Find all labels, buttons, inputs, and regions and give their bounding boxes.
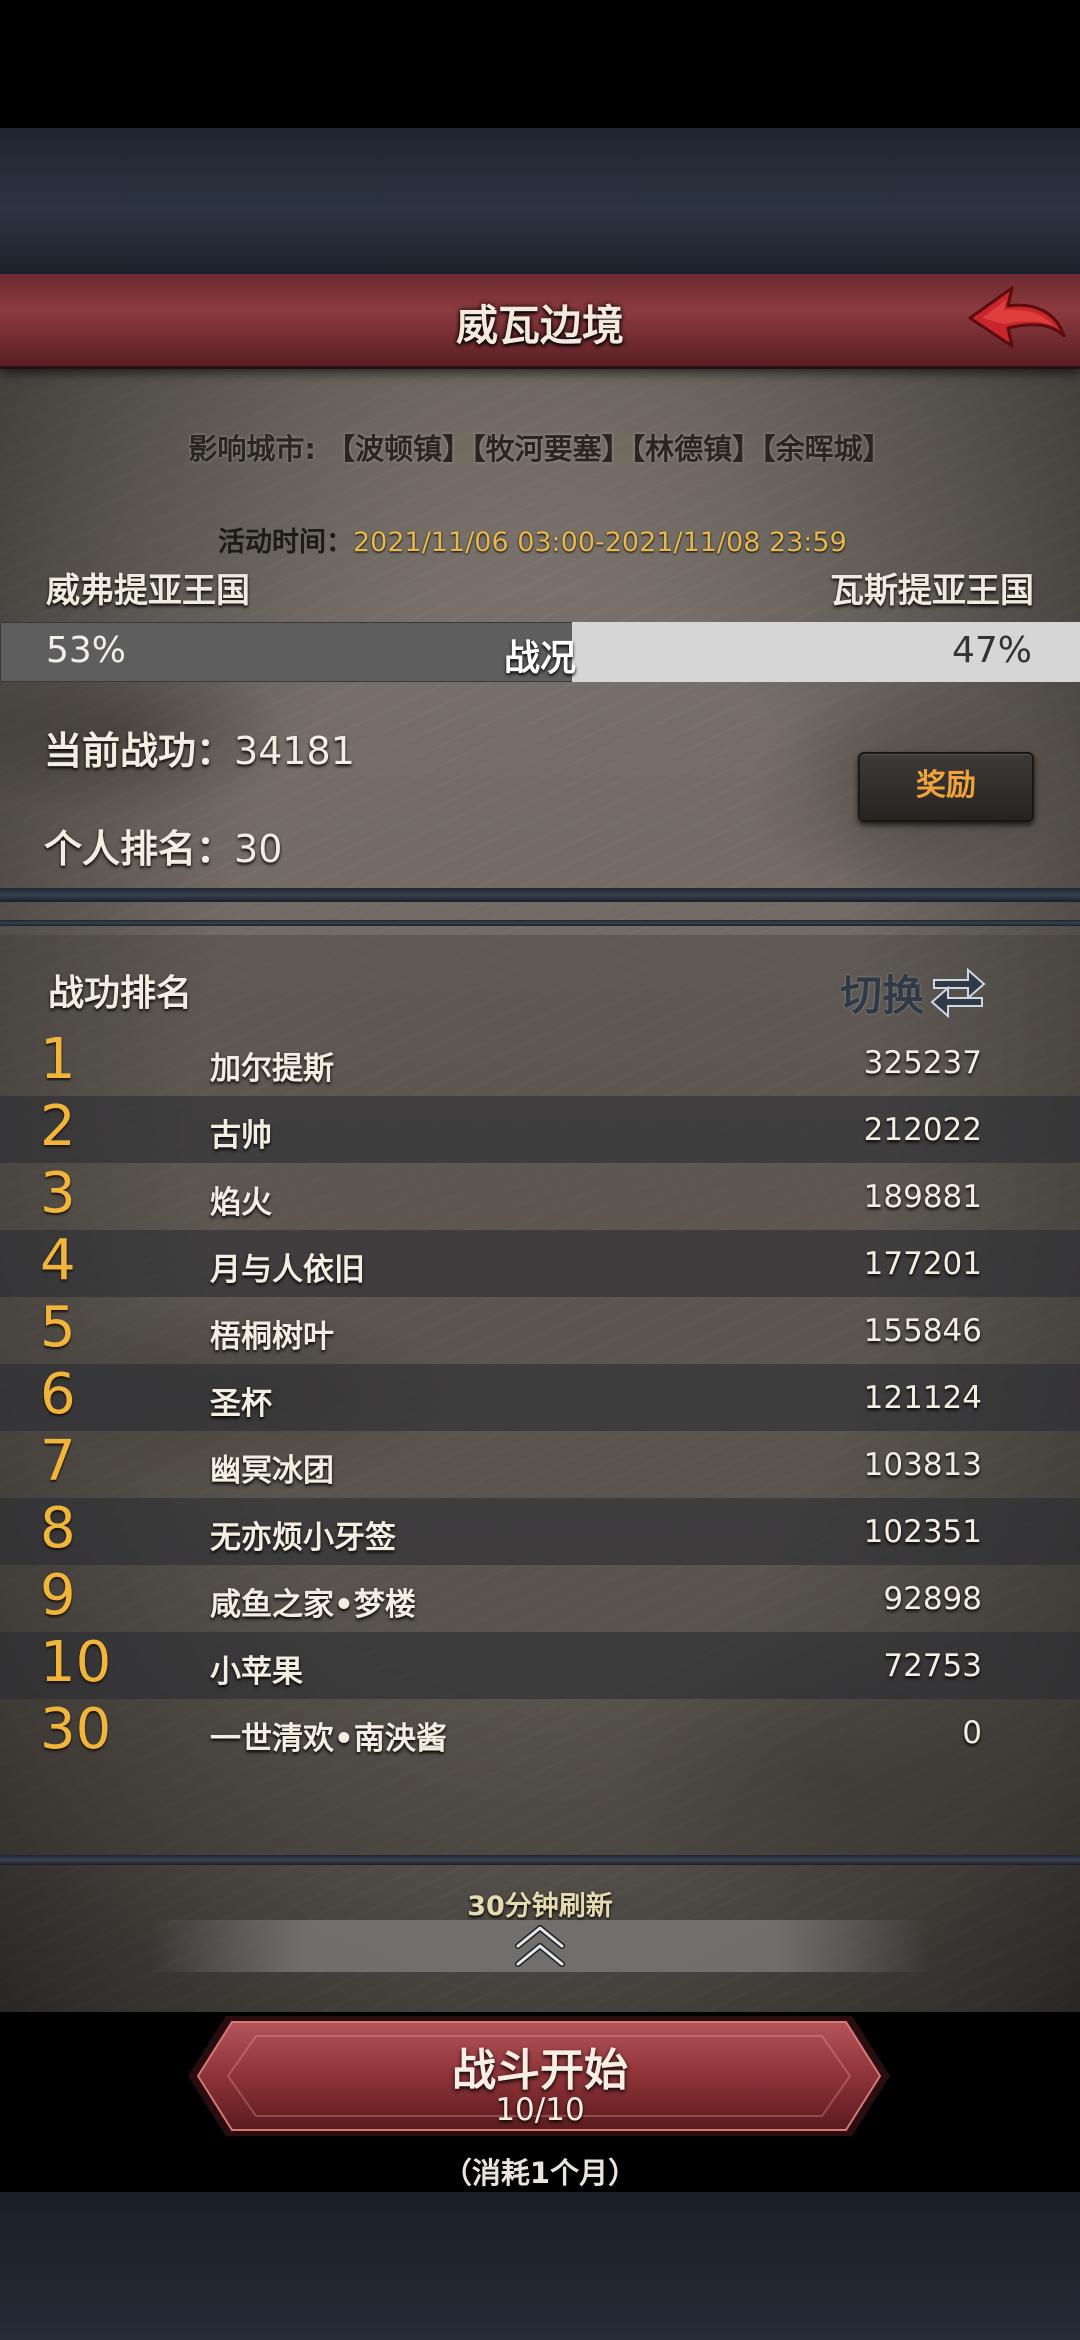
player-score: 102351	[863, 1514, 982, 1550]
refresh-note: 30分钟刷新	[467, 1891, 613, 1922]
event-time-value: 2021/11/06 03:00-2021/11/08 23:59	[353, 527, 847, 558]
ranking-row[interactable]: 8 无亦烦小牙签 102351	[0, 1496, 1080, 1565]
ranking-row[interactable]: 2 古帅 212022	[0, 1094, 1080, 1163]
reward-button[interactable]: 奖励	[858, 752, 1034, 822]
ranking-row[interactable]: 7 幽冥冰团 103813	[0, 1429, 1080, 1498]
war-status-bar: 53% 47% 战况	[0, 622, 1080, 682]
section-divider	[0, 888, 1080, 902]
switch-label: 切换	[840, 971, 925, 1020]
player-name: 圣杯	[210, 1386, 272, 1422]
rank-number: 3	[40, 1161, 76, 1226]
switch-button[interactable]: 切换	[840, 960, 990, 1020]
ranking-row[interactable]: 4 月与人依旧 177201	[0, 1228, 1080, 1297]
player-score: 155846	[863, 1313, 982, 1349]
player-name: 咸鱼之家•梦楼	[210, 1587, 416, 1623]
current-merit-value: 34181	[234, 729, 355, 773]
rank-number: 8	[40, 1496, 76, 1561]
personal-rank: 个人排名：30	[44, 818, 282, 873]
ranking-row[interactable]: 6 圣杯 121124	[0, 1362, 1080, 1431]
player-score: 121124	[863, 1380, 982, 1416]
player-name: 古帅	[210, 1118, 272, 1154]
rank-number: 10	[40, 1630, 112, 1695]
battle-start-label: 战斗开始	[452, 2045, 628, 2096]
rank-number: 2	[40, 1094, 76, 1159]
player-score: 212022	[863, 1112, 982, 1148]
personal-rank-label: 个人排名：	[44, 827, 235, 871]
double-chevron-up-icon[interactable]	[510, 1922, 570, 1972]
affected-cities: 影响城市: 【波顿镇】【牧河要塞】【林德镇】【余晖城】	[188, 432, 892, 466]
section-divider	[0, 920, 1080, 926]
ranking-title: 战功排名	[48, 973, 193, 1014]
page-title: 威瓦边境	[455, 301, 624, 350]
current-merit: 当前战功：34181	[44, 720, 355, 775]
right-kingdom-name: 瓦斯提亚王国	[830, 571, 1034, 611]
player-name: 一世清欢•南泱酱	[210, 1721, 447, 1757]
swap-arrows-icon	[930, 967, 986, 1018]
player-name: 月与人依旧	[210, 1252, 365, 1288]
player-score: 177201	[863, 1246, 982, 1282]
player-score: 103813	[863, 1447, 982, 1483]
header-bar: 威瓦边境	[0, 274, 1080, 369]
player-score: 0	[962, 1715, 982, 1751]
player-name: 梧桐树叶	[210, 1319, 334, 1355]
left-kingdom-name: 威弗提亚王国	[46, 571, 250, 611]
cost-note: （消耗1个月）	[442, 2156, 638, 2190]
player-name: 无亦烦小牙签	[210, 1520, 396, 1556]
back-button[interactable]	[964, 280, 1070, 356]
ranking-row[interactable]: 5 梧桐树叶 155846	[0, 1295, 1080, 1364]
war-status-label: 战况	[503, 638, 576, 679]
player-name: 焰火	[210, 1185, 272, 1221]
rank-number: 7	[40, 1429, 76, 1494]
event-time-label: 活动时间：	[218, 527, 353, 558]
player-name: 加尔提斯	[210, 1051, 334, 1087]
rank-number: 5	[40, 1295, 76, 1360]
bottom-band	[0, 2192, 1080, 2340]
ranking-row[interactable]: 3 焰火 189881	[0, 1161, 1080, 1230]
personal-rank-value: 30	[234, 827, 283, 871]
rank-number: 6	[40, 1362, 76, 1427]
ranking-row[interactable]: 1 加尔提斯 325237	[0, 1027, 1080, 1096]
event-time: 活动时间：2021/11/06 03:00-2021/11/08 23:59	[218, 520, 847, 559]
battle-count: 10/10	[495, 2092, 585, 2128]
section-divider	[0, 1855, 1080, 1865]
ranking-row[interactable]: 9 咸鱼之家•梦楼 92898	[0, 1563, 1080, 1632]
current-merit-label: 当前战功：	[44, 729, 235, 773]
player-score: 325237	[863, 1045, 982, 1081]
player-name: 小苹果	[210, 1654, 303, 1690]
player-score: 189881	[863, 1179, 982, 1215]
rank-number: 1	[40, 1027, 76, 1092]
ranking-row[interactable]: 10 小苹果 72753	[0, 1630, 1080, 1699]
rank-number: 4	[40, 1228, 76, 1293]
player-name: 幽冥冰团	[210, 1453, 334, 1489]
player-score: 92898	[883, 1581, 982, 1617]
rank-number: 30	[40, 1697, 112, 1762]
player-score: 72753	[883, 1648, 982, 1684]
ranking-row-self[interactable]: 30 一世清欢•南泱酱 0	[0, 1697, 1080, 1766]
top-band	[0, 128, 1080, 274]
rank-number: 9	[40, 1563, 76, 1628]
back-arrow-icon	[968, 286, 1066, 348]
